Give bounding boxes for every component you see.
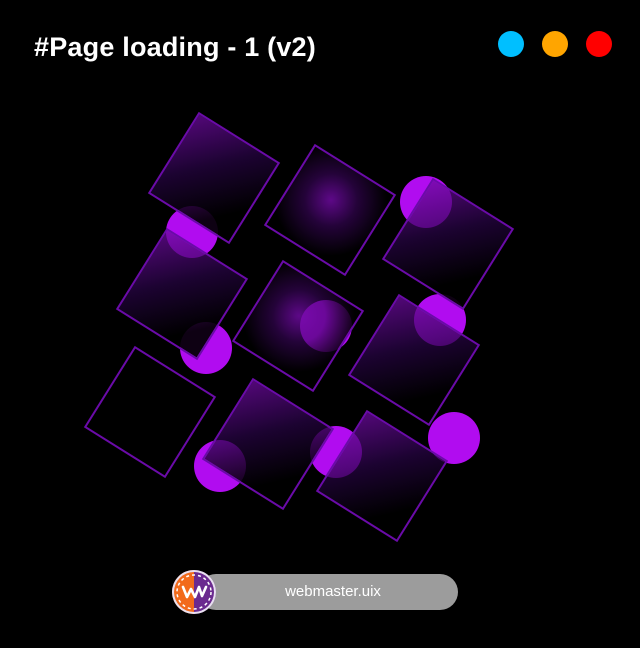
wm-logo-icon (172, 570, 216, 614)
loader-tile (231, 259, 365, 393)
loading-animation (0, 0, 640, 648)
badge-label: webmaster.uix (285, 583, 381, 600)
loader-tile (263, 143, 397, 277)
author-badge[interactable]: webmaster.uix (172, 570, 458, 614)
